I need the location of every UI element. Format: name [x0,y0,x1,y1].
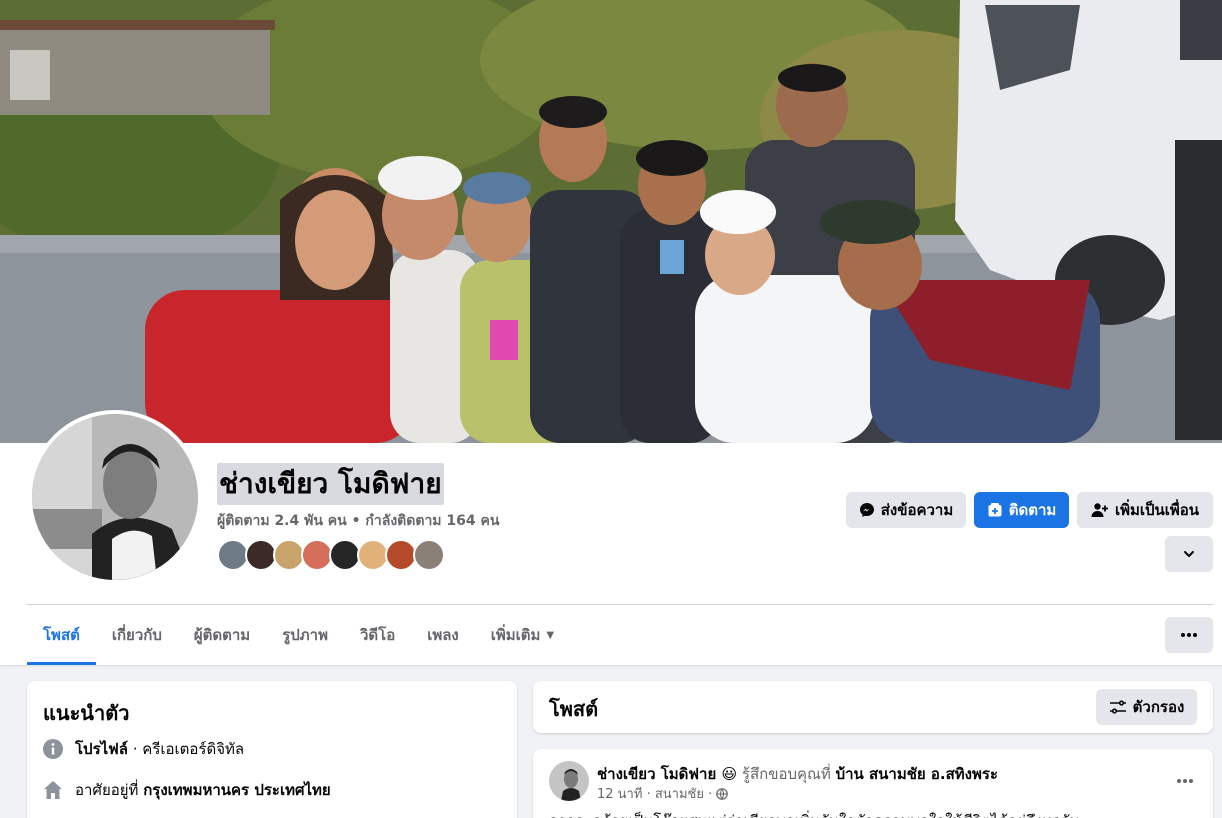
post-more-button[interactable] [1171,767,1199,795]
intro-lives-place[interactable]: กรุงเทพมหานคร ประเทศไทย [143,781,331,799]
globe-icon [716,787,729,800]
follow-button[interactable]: ติดตาม [974,492,1069,528]
cover-photo[interactable] [0,0,1222,443]
message-label: ส่งข้อความ [880,501,954,519]
tab-posts[interactable]: โพสต์ [27,605,96,665]
post-place[interactable]: บ้าน สนามชัย อ.สทิงพระ [836,765,998,783]
author-avatar-illustration [549,761,589,801]
post-text: อาจจะคล้ายเป็นโจ๊กผสมแต่ว่าเขียวพอเพิ่มก… [549,809,1080,818]
tab-more[interactable]: เพิ่มเติม ▼ [475,605,570,665]
tab-about-label: เกี่ยวกับ [111,626,162,644]
intro-profile-category: · ครีเอเตอร์ดิจิทัล [128,740,245,758]
messenger-icon [859,503,874,517]
tab-about[interactable]: เกี่ยวกับ [96,605,178,665]
tab-photos[interactable]: รูปภาพ [266,605,344,665]
follow-icon [988,503,1002,517]
avatar-photo [32,414,198,580]
profile-tabs: โพสต์ เกี่ยวกับ ผู้ติดตาม รูปภาพ วิดีโอ … [27,605,570,665]
add-friend-label: เพิ่มเป็นเพื่อน [1114,501,1200,519]
tab-music[interactable]: เพลง [411,605,475,665]
feeling-emoji: 😃 [721,765,738,783]
posts-title: โพสต์ [549,697,599,721]
tab-followers-label: ผู้ติดตาม [193,626,251,644]
info-icon [43,739,63,759]
profile-name-highlight: ช่างเขียว โมดิฟาย [217,463,444,505]
intro-profile-row: โปรไฟล์ · ครีเอเตอร์ดิจิทัล [43,737,244,761]
profile-avatar[interactable] [28,410,202,584]
filter-button[interactable]: ตัวกรอง [1096,689,1197,725]
more-icon [1177,779,1193,783]
cover-photo-illustration [0,0,1222,443]
profile-name: ช่างเขียว โมดิฟาย [219,467,442,500]
post-meta: 12 นาที · สนามชัย · [597,783,729,804]
tab-videos-label: วิดีโอ [359,626,396,644]
follower-avatars[interactable] [217,539,445,573]
intro-card: แนะนำตัว โปรไฟล์ · ครีเอเตอร์ดิจิทัล อาศ… [27,681,517,818]
filter-icon [1109,700,1126,714]
add-friend-button[interactable]: เพิ่มเป็นเพื่อน [1077,492,1213,528]
follower-avatar[interactable] [413,539,445,571]
tab-videos[interactable]: วิดีโอ [344,605,411,665]
intro-profile-label: โปรไฟล์ [75,740,128,758]
add-friend-icon [1091,503,1108,517]
tab-posts-label: โพสต์ [43,626,80,644]
post-time-location[interactable]: 12 นาที · สนามชัย · [597,783,712,804]
follower-stats[interactable]: ผู้ติดตาม 2.4 พัน คน • กำลังติดตาม 164 ค… [217,510,499,532]
chevron-down-icon [1184,551,1194,557]
filter-label: ตัวกรอง [1132,698,1185,716]
post-author-avatar[interactable] [549,761,589,801]
follow-label: ติดตาม [1008,501,1057,519]
tab-more-label: เพิ่มเติม [490,626,541,644]
home-icon [44,781,62,799]
post-author-name[interactable]: ช่างเขียว โมดิฟาย [597,765,716,783]
more-icon [1181,633,1197,637]
post-feeling-text: รู้สึกขอบคุณที่ [737,765,836,783]
message-button[interactable]: ส่งข้อความ [846,492,966,528]
tab-photos-label: รูปภาพ [282,626,328,644]
avatar-illustration [32,414,198,580]
post-card: ช่างเขียว โมดิฟาย 😃 รู้สึกขอบคุณที่ บ้าน… [533,749,1213,818]
intro-location-row: อาศัยอยู่ที่ กรุงเทพมหานคร ประเทศไทย [43,778,331,802]
tab-followers[interactable]: ผู้ติดตาม [178,605,266,665]
tabs-more-button[interactable] [1165,617,1213,653]
posts-header-card: โพสต์ ตัวกรอง [533,681,1213,733]
caret-down-icon: ▼ [546,629,555,641]
profile-header-card: ช่างเขียว โมดิฟาย ผู้ติดตาม 2.4 พัน คน •… [0,0,1222,665]
more-profile-options-button[interactable] [1165,536,1213,572]
intro-title: แนะนำตัว [43,701,130,725]
tab-music-label: เพลง [427,626,459,644]
intro-lives-prefix: อาศัยอยู่ที่ [75,781,144,799]
